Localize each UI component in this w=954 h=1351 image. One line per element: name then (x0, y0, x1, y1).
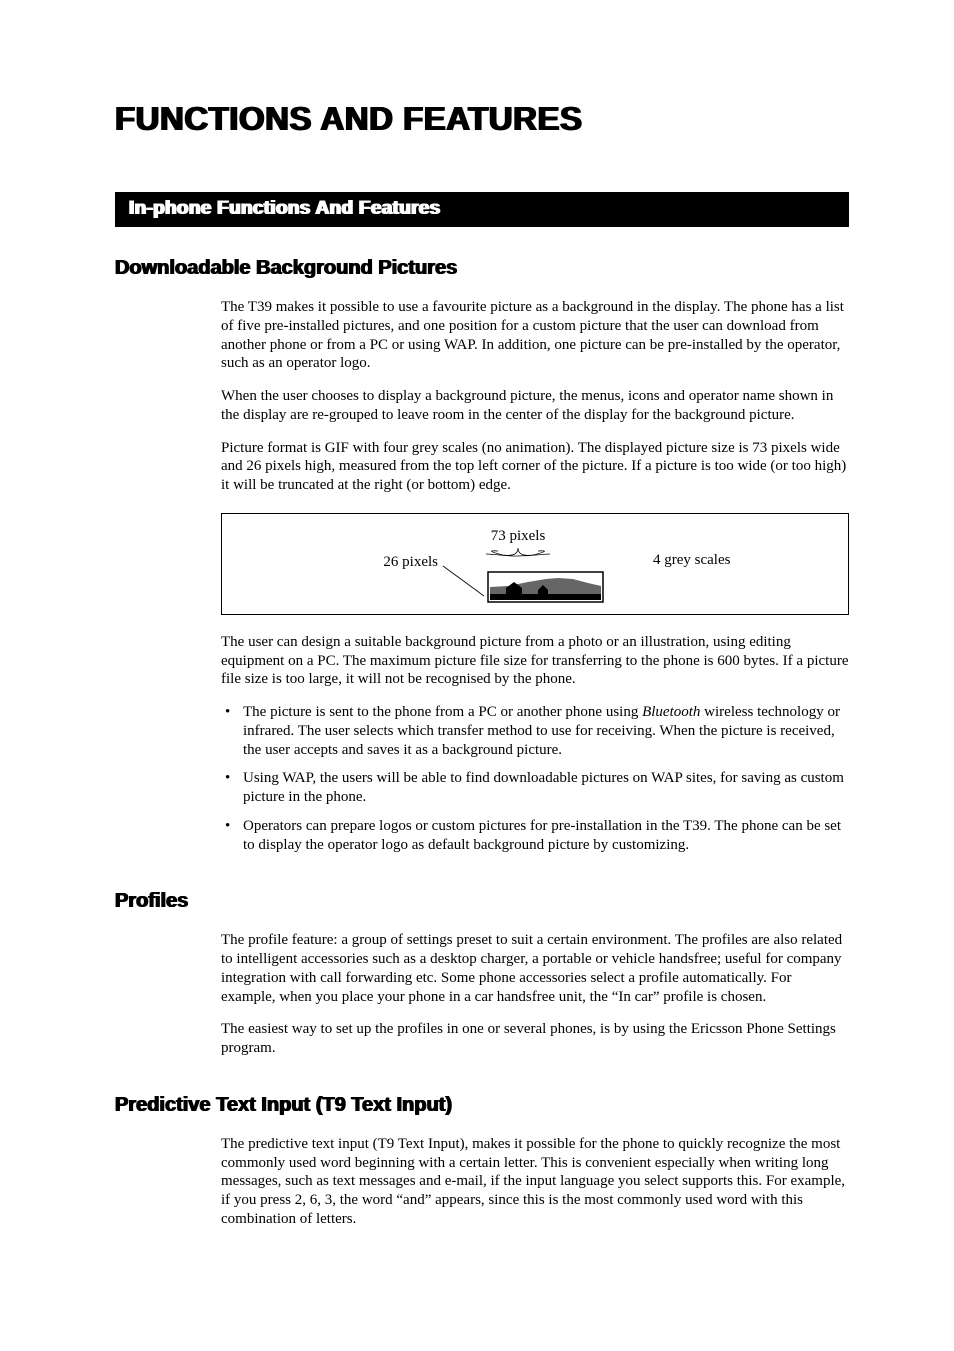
bullet-text: Using WAP, the users will be able to fin… (243, 770, 844, 805)
figure-box: 73 pixels 26 pixels 4 grey scales (221, 513, 849, 615)
body-profiles: The profile feature: a group of settings… (221, 931, 849, 1058)
paragraph: When the user chooses to display a backg… (221, 387, 849, 425)
body-downloadable: The T39 makes it possible to use a favou… (221, 298, 849, 854)
bullet-text: Operators can prepare logos or custom pi… (243, 818, 841, 853)
list-item: The picture is sent to the phone from a … (221, 703, 849, 759)
bullet-text-prefix: The picture is sent to the phone from a … (243, 704, 642, 720)
section-predictive: Predictive Text Input (T9 Text Input) Th… (115, 1094, 849, 1229)
page-title: FUNCTIONS AND FEATURES (115, 100, 849, 138)
bullet-list: The picture is sent to the phone from a … (221, 703, 849, 854)
diagram-svg: 73 pixels 26 pixels 4 grey scales (228, 524, 828, 606)
page: FUNCTIONS AND FEATURES In-phone Function… (0, 0, 954, 1351)
bullet-text-em: Bluetooth (642, 704, 700, 720)
label-grey: 4 grey scales (653, 552, 731, 568)
list-item: Operators can prepare logos or custom pi… (221, 817, 849, 855)
paragraph: The user can design a suitable backgroun… (221, 633, 849, 689)
heading-predictive: Predictive Text Input (T9 Text Input) (115, 1094, 849, 1117)
section-bar: In-phone Functions And Features (115, 192, 849, 227)
list-item: Using WAP, the users will be able to fin… (221, 769, 849, 807)
section-downloadable: Downloadable Background Pictures The T39… (115, 257, 849, 854)
heading-downloadable: Downloadable Background Pictures (115, 257, 849, 280)
paragraph: The T39 makes it possible to use a favou… (221, 298, 849, 373)
paragraph: The easiest way to set up the profiles i… (221, 1020, 849, 1058)
paragraph: Picture format is GIF with four grey sca… (221, 439, 849, 495)
heading-profiles: Profiles (115, 890, 849, 913)
paragraph: The predictive text input (T9 Text Input… (221, 1135, 849, 1229)
body-predictive: The predictive text input (T9 Text Input… (221, 1135, 849, 1229)
section-profiles: Profiles The profile feature: a group of… (115, 890, 849, 1058)
paragraph: The profile feature: a group of settings… (221, 931, 849, 1006)
label-26px: 26 pixels (383, 554, 438, 570)
label-73px: 73 pixels (491, 528, 546, 544)
